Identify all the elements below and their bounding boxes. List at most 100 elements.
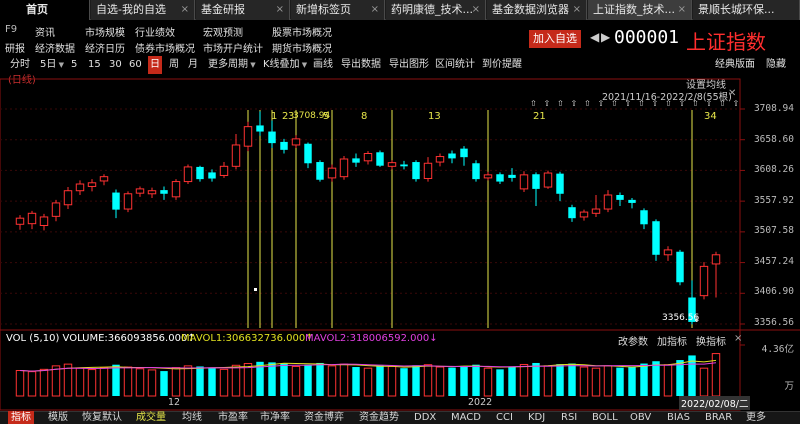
candle-down <box>568 207 576 219</box>
candle-up <box>27 212 37 225</box>
candle-down <box>256 125 264 132</box>
chart-frame <box>0 78 741 411</box>
bottom-tab-reset[interactable]: 恢复默认 <box>82 411 122 424</box>
bottom-tab-pb[interactable]: 市净率 <box>260 411 290 424</box>
candle-up <box>291 138 301 146</box>
candle-up <box>591 208 601 214</box>
bottom-tab-pe[interactable]: 市盈率 <box>218 411 248 424</box>
candle-up <box>579 211 589 218</box>
volume-bar-up <box>339 363 349 397</box>
fib-label-1: 1 <box>271 111 278 122</box>
volume-bar-up <box>75 367 85 397</box>
bottom-tab-bias[interactable]: BIAS <box>667 411 690 424</box>
candle-up <box>99 176 109 182</box>
candle-down <box>316 162 324 180</box>
candle-up <box>711 254 721 265</box>
volume-bar-up <box>711 353 721 397</box>
candle-up <box>663 249 673 256</box>
bottom-tab-more[interactable]: 更多 <box>746 411 766 424</box>
candle-down <box>508 174 516 178</box>
fibonacci-lines <box>247 110 693 328</box>
candle-down <box>304 143 312 164</box>
bottom-tab-fund-trend[interactable]: 资金趋势 <box>359 411 399 424</box>
bottom-tab-brar[interactable]: BRAR <box>705 411 732 424</box>
volume-bar-down <box>160 371 168 396</box>
candle-down <box>352 158 360 163</box>
candle-down <box>196 166 204 180</box>
candle-up <box>135 188 145 194</box>
y-tick-0: 3708.94 <box>753 103 794 114</box>
candle-down <box>280 141 288 150</box>
candle-down <box>448 153 456 159</box>
candle-down <box>460 148 468 158</box>
bottom-tab-boll[interactable]: BOLL <box>592 411 618 424</box>
candle-up <box>543 172 553 188</box>
fib-label-5: 5 <box>323 111 330 122</box>
candle-up <box>51 202 61 217</box>
volume-bar-down <box>208 368 216 396</box>
bottom-tab-ma[interactable]: 均线 <box>182 411 202 424</box>
candle-up <box>183 166 193 183</box>
bottom-tab-template[interactable]: 模版 <box>48 411 68 424</box>
add-indicator-button[interactable]: 加指标 <box>657 333 687 348</box>
candle-up <box>231 144 241 167</box>
range-marker: ⇧ <box>638 99 645 108</box>
volume-bar-up <box>327 365 337 397</box>
volume-bar-up <box>435 366 445 397</box>
range-marker: ⇧ <box>706 99 713 108</box>
candle-down <box>628 199 636 203</box>
y-tick-7: 3356.56 <box>753 317 794 328</box>
volume-bar-down <box>196 366 204 396</box>
volume-bar-down <box>640 363 648 396</box>
volume-ma2-legend: MAVOL2:318006592.000↓ <box>305 333 438 344</box>
low-price-label: 3356.56 <box>662 313 700 323</box>
candle-down <box>412 162 420 180</box>
volume-bar-down <box>616 367 624 396</box>
volume-bar-up <box>171 367 181 397</box>
candle-up <box>147 190 157 195</box>
candle-down <box>376 152 384 166</box>
bottom-tab-fund-game[interactable]: 资金博弈 <box>304 411 344 424</box>
bottom-tab-kdj[interactable]: KDJ <box>528 411 545 424</box>
switch-indicator-button[interactable]: 换指标 <box>696 333 726 348</box>
close-indicator-icon[interactable]: × <box>734 333 742 344</box>
candlestick-chart[interactable]: ⇧ ⇧ ⇧ ⇧ ⇧ ⇧ ⇧ ⇧ ⇧ ⇧ ⇧ ⇧ ⇧ ⇧ ⇧ ⇧↓ <box>0 0 800 424</box>
volume-bar-down <box>460 365 468 396</box>
volume-bar-down <box>412 365 420 396</box>
change-params-button[interactable]: 改参数 <box>618 333 648 348</box>
volume-bar-up <box>135 368 145 397</box>
bottom-tab-volume[interactable]: 成交量 <box>136 411 166 424</box>
bottom-tab-ddx[interactable]: DDX <box>414 411 436 424</box>
bottom-tab-obv[interactable]: OBV <box>630 411 651 424</box>
candle-down <box>496 174 504 182</box>
volume-bar-up <box>99 367 109 397</box>
bottom-tab-rsi[interactable]: RSI <box>561 411 577 424</box>
bottom-tab-cci[interactable]: CCI <box>496 411 513 424</box>
candle-up <box>39 216 49 226</box>
range-marker: ⇧ <box>625 99 632 108</box>
bottom-tab-indicator[interactable]: 指标 <box>8 411 34 424</box>
range-marker: ⇧ <box>557 99 564 108</box>
range-marker: ⇧ <box>733 99 740 108</box>
volume-bar-down <box>448 367 456 396</box>
volume-bar-down <box>676 360 684 396</box>
volume-bar-up <box>183 365 193 397</box>
volume-bar-down <box>268 362 276 396</box>
candle-down <box>400 164 408 167</box>
volume-bar-down <box>316 362 324 396</box>
volume-bar-down <box>532 362 540 396</box>
y-tick-2: 3608.26 <box>753 164 794 175</box>
candle-down <box>556 173 564 194</box>
candle-up <box>603 194 613 210</box>
cursor-date: 2022/02/08/二 <box>679 396 751 410</box>
fib-label-21: 21 <box>533 111 546 122</box>
fib-label-34: 34 <box>704 111 717 122</box>
range-marker: ⇧ <box>571 99 578 108</box>
candle-down <box>640 210 648 225</box>
candle-up <box>435 156 445 163</box>
volume-bar-up <box>147 369 157 397</box>
range-marker: ⇧ <box>530 99 537 108</box>
bottom-tab-macd[interactable]: MACD <box>451 411 481 424</box>
volume-bar-up <box>87 369 97 397</box>
range-marker: ⇧ <box>692 99 699 108</box>
